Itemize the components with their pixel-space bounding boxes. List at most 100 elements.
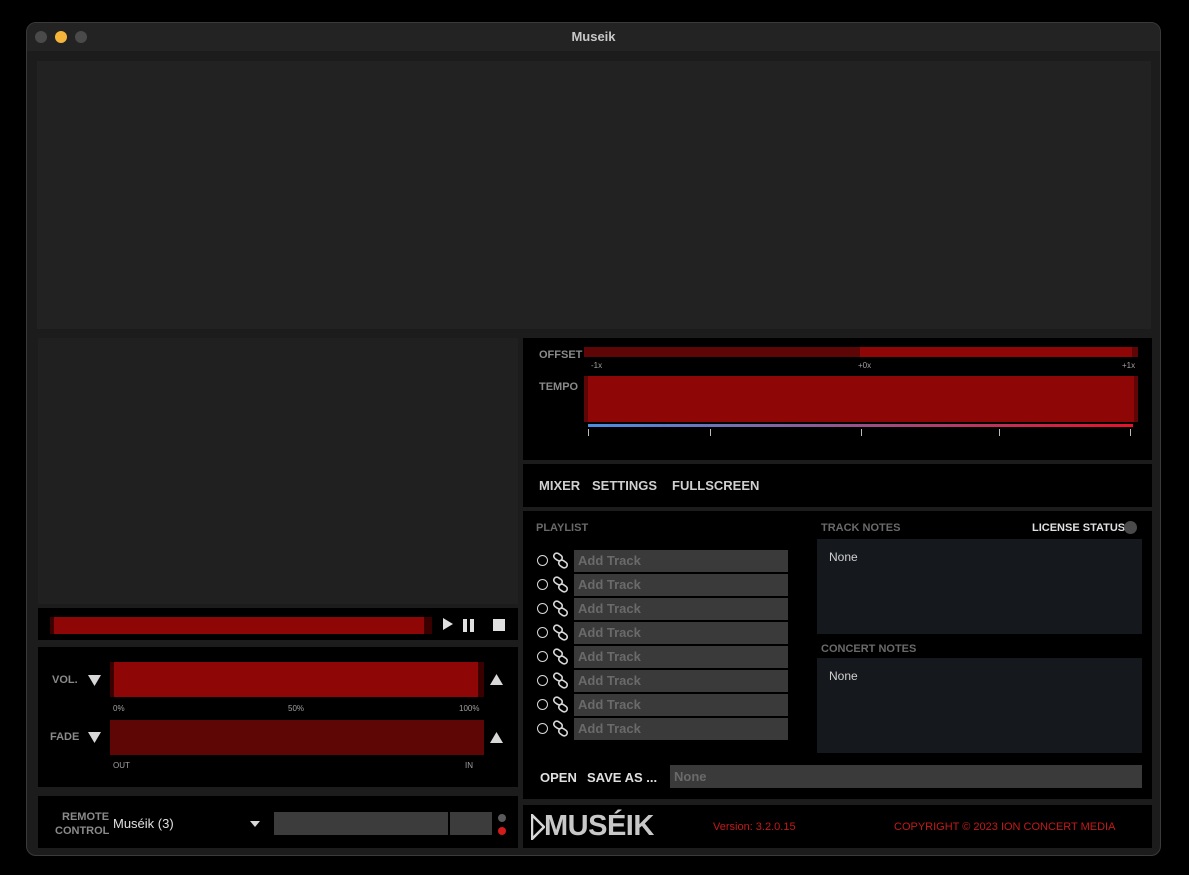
volume-slider[interactable] — [110, 662, 484, 697]
remote-label-line1: REMOTE — [62, 811, 110, 823]
copyright-label: COPYRIGHT © 2023 ION CONCERT MEDIA — [894, 821, 1116, 833]
remote-select-value[interactable]: Muséik (3) — [113, 816, 174, 831]
track-input[interactable]: Add Track — [574, 550, 788, 572]
remote-indicator-gray — [498, 814, 506, 822]
concert-notes-title: CONCERT NOTES — [821, 643, 917, 655]
video-viewport — [38, 338, 518, 604]
fade-slider[interactable] — [110, 720, 484, 755]
list-item: Add Track — [535, 670, 788, 692]
track-select-radio[interactable] — [537, 699, 548, 710]
remote-control-panel: REMOTE CONTROL Muséik (3) — [38, 796, 518, 848]
fade-tick-in: IN — [465, 761, 473, 770]
offset-tick-plus: +1x — [1122, 361, 1136, 370]
volume-tick-100: 100% — [459, 704, 480, 713]
tempo-gradient-bar — [588, 424, 1133, 427]
remote-label-line2: CONTROL — [55, 825, 110, 837]
link-icon[interactable] — [552, 600, 569, 617]
tempo-tick-mark — [710, 429, 711, 436]
offset-tick-minus: -1x — [591, 361, 603, 370]
list-item: Add Track — [535, 574, 788, 596]
playlist-title: PLAYLIST — [536, 522, 589, 534]
link-icon[interactable] — [552, 576, 569, 593]
fullscreen-button[interactable]: FULLSCREEN — [672, 478, 759, 493]
remote-indicator-red — [498, 827, 506, 835]
tempo-tick-mark — [861, 429, 862, 436]
track-input[interactable]: Add Track — [574, 622, 788, 644]
chevron-down-icon[interactable] — [250, 821, 260, 827]
version-label: Version: 3.2.0.15 — [713, 821, 796, 833]
tempo-tick-mark — [1130, 429, 1131, 436]
track-input[interactable]: Add Track — [574, 574, 788, 596]
offset-slider[interactable] — [584, 347, 1138, 357]
tempo-tick-mark — [588, 429, 589, 436]
volume-tick-50: 50% — [288, 704, 305, 713]
mixer-button[interactable]: MIXER — [539, 478, 580, 493]
open-button[interactable]: OPEN — [540, 770, 577, 785]
list-item: Add Track — [535, 550, 788, 572]
volume-fill — [114, 662, 478, 697]
track-select-radio[interactable] — [537, 651, 548, 662]
track-input[interactable]: Add Track — [574, 646, 788, 668]
logo-wordmark: MUSÉIK — [544, 810, 654, 842]
track-select-radio[interactable] — [537, 675, 548, 686]
offset-tempo-panel: OFFSET -1x +0x +1x TEMPO — [523, 338, 1152, 460]
main-preview-area — [37, 61, 1151, 329]
title-bar: Museik — [27, 23, 1160, 51]
concert-name-field[interactable]: None — [670, 765, 1142, 788]
stop-icon[interactable] — [492, 618, 506, 632]
menu-bar: MIXER SETTINGS FULLSCREEN — [523, 464, 1152, 507]
tempo-tick-mark — [999, 429, 1000, 436]
track-select-radio[interactable] — [537, 555, 548, 566]
track-input[interactable]: Add Track — [574, 694, 788, 716]
link-icon[interactable] — [552, 552, 569, 569]
list-item: Add Track — [535, 694, 788, 716]
track-select-radio[interactable] — [537, 579, 548, 590]
tempo-label: TEMPO — [539, 381, 579, 393]
link-icon[interactable] — [552, 648, 569, 665]
link-icon[interactable] — [552, 672, 569, 689]
tempo-fill — [588, 376, 1134, 422]
pause-icon[interactable] — [462, 618, 476, 632]
volume-label: VOL. — [52, 674, 78, 686]
link-icon[interactable] — [552, 720, 569, 737]
track-input[interactable]: Add Track — [574, 670, 788, 692]
offset-label: OFFSET — [539, 349, 583, 361]
track-select-radio[interactable] — [537, 603, 548, 614]
track-notes-title: TRACK NOTES — [821, 522, 901, 534]
fade-down-icon[interactable] — [88, 732, 101, 743]
list-item: Add Track — [535, 718, 788, 740]
fade-up-icon[interactable] — [490, 732, 503, 743]
remote-status-button[interactable] — [450, 812, 492, 835]
license-status-label: LICENSE STATUS — [1032, 522, 1126, 534]
transport-panel — [38, 608, 518, 640]
list-item: Add Track — [535, 622, 788, 644]
logo-mark-icon — [531, 814, 545, 840]
footer-panel: MUSÉIK Version: 3.2.0.15 COPYRIGHT © 202… — [523, 805, 1152, 848]
offset-tick-zero: +0x — [858, 361, 872, 370]
link-icon[interactable] — [552, 696, 569, 713]
volume-up-icon[interactable] — [490, 674, 503, 685]
track-input[interactable]: Add Track — [574, 598, 788, 620]
list-item: Add Track — [535, 646, 788, 668]
volume-fade-panel: VOL. 0% 50% 100% FADE OUT IN — [38, 647, 518, 787]
track-input[interactable]: Add Track — [574, 718, 788, 740]
fade-tick-out: OUT — [113, 761, 130, 770]
volume-tick-0: 0% — [113, 704, 125, 713]
track-notes-box[interactable]: None — [817, 539, 1142, 634]
settings-button[interactable]: SETTINGS — [592, 478, 657, 493]
play-icon[interactable] — [442, 617, 454, 631]
list-item: Add Track — [535, 598, 788, 620]
link-icon[interactable] — [552, 624, 569, 641]
offset-fill — [860, 347, 1132, 357]
save-as-button[interactable]: SAVE AS ... — [587, 770, 657, 785]
concert-notes-box[interactable]: None — [817, 658, 1142, 753]
volume-down-icon[interactable] — [88, 675, 101, 686]
remote-status-field — [274, 812, 448, 835]
tempo-slider[interactable] — [584, 376, 1138, 422]
window-title: Museik — [571, 29, 616, 44]
progress-track[interactable] — [50, 617, 432, 634]
progress-fill — [54, 617, 424, 634]
license-status-indicator — [1124, 521, 1137, 534]
track-select-radio[interactable] — [537, 723, 548, 734]
track-select-radio[interactable] — [537, 627, 548, 638]
